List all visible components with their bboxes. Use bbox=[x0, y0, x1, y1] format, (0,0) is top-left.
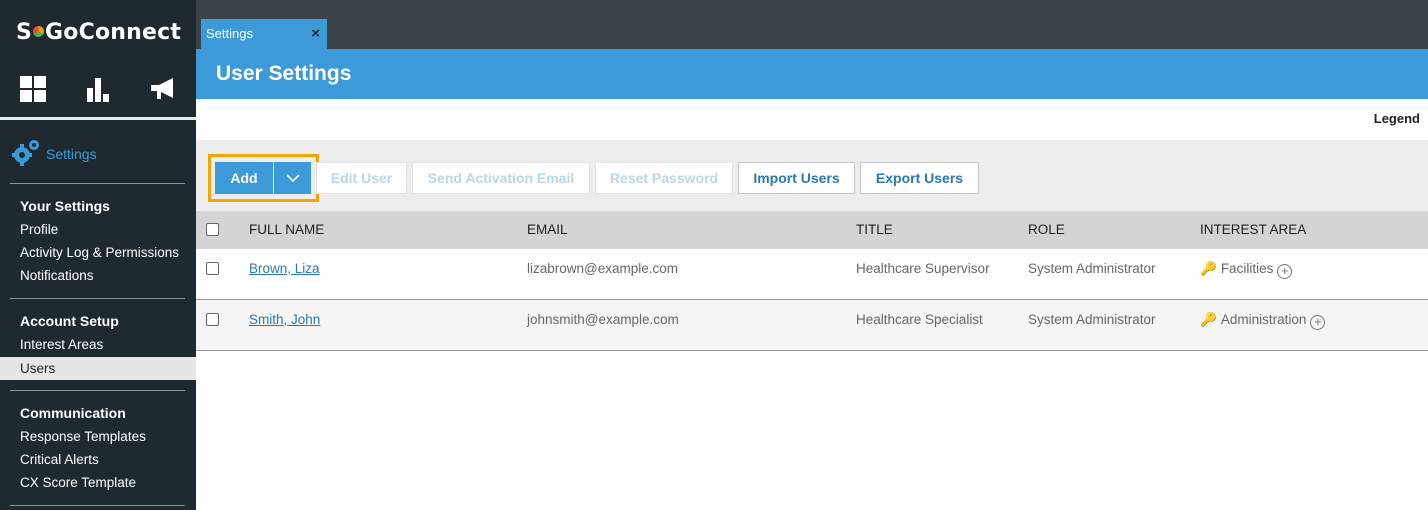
add-circle-icon[interactable]: + bbox=[1310, 315, 1326, 330]
logo-text-s: S bbox=[16, 20, 33, 45]
chevron-down-icon bbox=[285, 169, 300, 187]
user-title: Healthcare Specialist bbox=[856, 312, 983, 327]
page-header: User Settings bbox=[196, 49, 1428, 99]
row-checkbox[interactable] bbox=[206, 262, 219, 275]
export-users-button[interactable]: Export Users bbox=[860, 162, 979, 194]
toolbar: Add Edit User Send Activation Email Rese… bbox=[196, 140, 1428, 211]
user-name-link[interactable]: Brown, Liza bbox=[249, 261, 320, 276]
key-icon: 🔑 bbox=[1200, 261, 1217, 276]
logo-dot-icon bbox=[33, 25, 45, 37]
dashboard-icon[interactable] bbox=[0, 60, 65, 118]
divider bbox=[10, 183, 185, 184]
page-title: User Settings bbox=[216, 62, 352, 85]
table-row: Brown, Liza lizabrown@example.com Health… bbox=[196, 249, 1428, 300]
reset-password-button[interactable]: Reset Password bbox=[595, 162, 733, 194]
import-users-button[interactable]: Import Users bbox=[738, 162, 855, 194]
user-role: System Administrator bbox=[1028, 261, 1156, 276]
send-activation-email-button[interactable]: Send Activation Email bbox=[412, 162, 590, 194]
edit-user-button[interactable]: Edit User bbox=[316, 162, 407, 194]
tab-settings[interactable]: Settings × bbox=[201, 19, 327, 49]
key-icon: 🔑 bbox=[1200, 312, 1217, 327]
divider bbox=[10, 390, 185, 391]
sidebar: S GoConnect Settings Your Settings Profil… bbox=[0, 0, 196, 510]
gears-icon bbox=[12, 138, 40, 169]
megaphone-icon[interactable] bbox=[130, 60, 195, 118]
divider bbox=[10, 298, 185, 299]
column-interest-area[interactable]: INTEREST AREA bbox=[1200, 222, 1306, 237]
interest-area-cell: 🔑 Administration + bbox=[1200, 312, 1326, 330]
settings-section[interactable]: Settings bbox=[12, 138, 97, 169]
add-circle-icon[interactable]: + bbox=[1277, 264, 1293, 279]
sidebar-item-interest-areas[interactable]: Interest Areas bbox=[20, 337, 103, 352]
app-logo[interactable]: S GoConnect bbox=[16, 20, 181, 45]
column-full-name[interactable]: FULL NAME bbox=[249, 222, 324, 237]
interest-area-cell: 🔑 Facilities + bbox=[1200, 261, 1293, 279]
user-email: johnsmith@example.com bbox=[527, 312, 679, 327]
sidebar-item-cx-score-template[interactable]: CX Score Template bbox=[20, 475, 136, 490]
interest-area-label: Administration bbox=[1220, 312, 1307, 327]
add-dropdown-button[interactable] bbox=[274, 162, 311, 194]
sidebar-item-users[interactable]: Users bbox=[0, 357, 196, 380]
legend-link[interactable]: Legend bbox=[1374, 111, 1420, 126]
interest-area-label: Facilities bbox=[1220, 261, 1274, 276]
tab-label: Settings bbox=[206, 26, 253, 41]
sidebar-item-profile[interactable]: Profile bbox=[20, 222, 58, 237]
add-button[interactable]: Add bbox=[215, 162, 274, 194]
row-checkbox[interactable] bbox=[206, 313, 219, 326]
tab-bar: Settings × bbox=[196, 0, 1428, 49]
sidebar-item-activity-log[interactable]: Activity Log & Permissions bbox=[20, 245, 179, 260]
add-button-highlight: Add bbox=[208, 154, 319, 202]
table-header: FULL NAME EMAIL TITLE ROLE INTEREST AREA bbox=[196, 211, 1428, 249]
sidebar-top-icons bbox=[0, 60, 196, 118]
group-title-communication: Communication bbox=[20, 405, 126, 421]
close-icon[interactable]: × bbox=[311, 25, 320, 42]
column-title[interactable]: TITLE bbox=[856, 222, 893, 237]
icon-band bbox=[0, 117, 196, 120]
group-title-your-settings: Your Settings bbox=[20, 198, 110, 214]
column-email[interactable]: EMAIL bbox=[527, 222, 568, 237]
user-name-link[interactable]: Smith, John bbox=[249, 312, 320, 327]
select-all-checkbox[interactable] bbox=[206, 223, 219, 236]
user-title: Healthcare Supervisor bbox=[856, 261, 990, 276]
chart-icon[interactable] bbox=[65, 60, 130, 118]
sidebar-item-notifications[interactable]: Notifications bbox=[20, 268, 94, 283]
user-email: lizabrown@example.com bbox=[527, 261, 679, 276]
table-row: Smith, John johnsmith@example.com Health… bbox=[196, 300, 1428, 351]
settings-section-label: Settings bbox=[46, 145, 97, 162]
logo-text-rest: GoConnect bbox=[45, 20, 182, 45]
divider bbox=[10, 505, 185, 506]
sidebar-item-response-templates[interactable]: Response Templates bbox=[20, 429, 146, 444]
group-title-account-setup: Account Setup bbox=[20, 313, 119, 329]
column-role[interactable]: ROLE bbox=[1028, 222, 1065, 237]
sidebar-item-critical-alerts[interactable]: Critical Alerts bbox=[20, 452, 99, 467]
user-role: System Administrator bbox=[1028, 312, 1156, 327]
